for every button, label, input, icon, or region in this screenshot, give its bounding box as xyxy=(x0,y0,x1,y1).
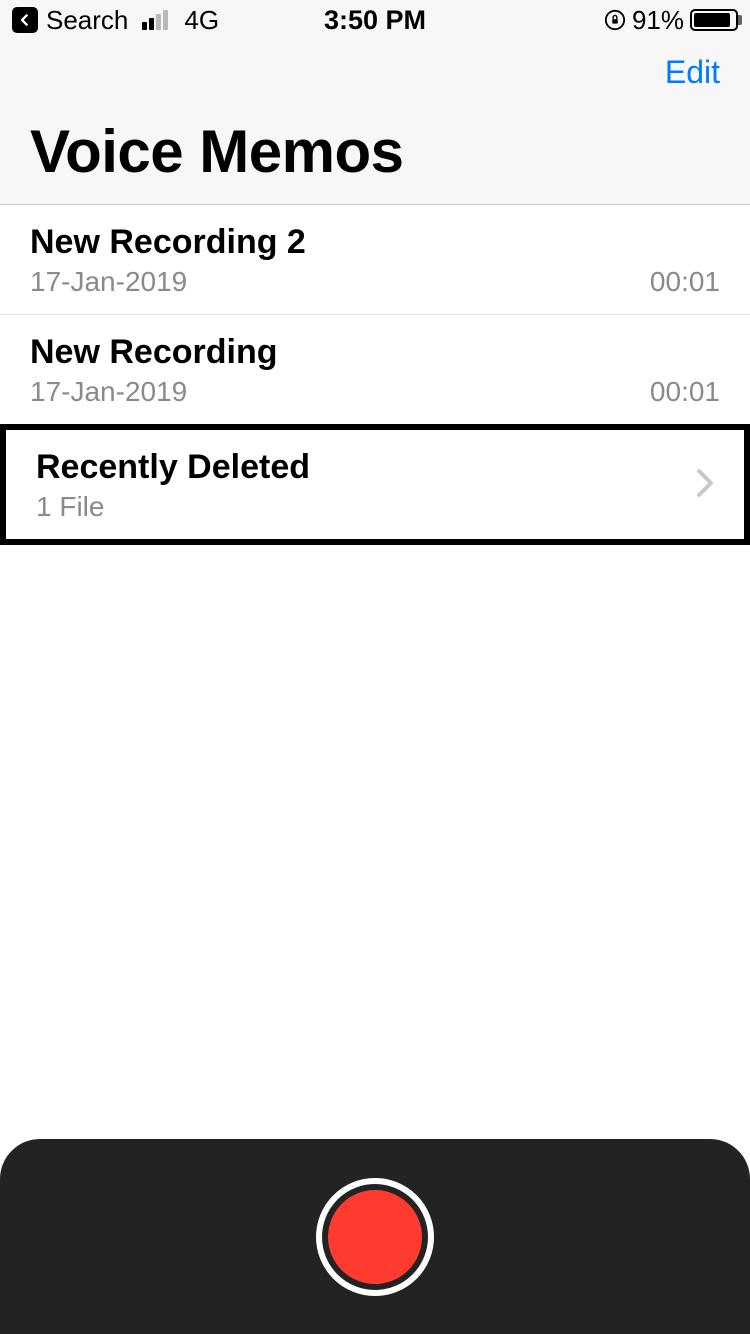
battery-icon xyxy=(690,9,738,31)
recording-row[interactable]: New Recording 2 17-Jan-2019 00:01 xyxy=(0,205,750,315)
nav-bar: Edit xyxy=(0,40,750,97)
record-bar xyxy=(0,1139,750,1334)
recording-date: 17-Jan-2019 xyxy=(30,376,187,408)
network-label: 4G xyxy=(184,5,219,36)
status-bar: Search 4G 3:50 PM 91% xyxy=(0,0,750,40)
rotation-lock-icon xyxy=(604,9,626,31)
recordings-list: New Recording 2 17-Jan-2019 00:01 New Re… xyxy=(0,205,750,545)
recording-date: 17-Jan-2019 xyxy=(30,266,187,298)
recording-row[interactable]: New Recording 17-Jan-2019 00:01 xyxy=(0,315,750,425)
title-area: Voice Memos xyxy=(0,97,750,205)
page-title: Voice Memos xyxy=(30,117,720,186)
edit-button[interactable]: Edit xyxy=(665,54,720,91)
record-button[interactable] xyxy=(316,1178,434,1296)
recently-deleted-title: Recently Deleted xyxy=(36,448,684,487)
recently-deleted-subtitle: 1 File xyxy=(36,491,104,523)
battery-percent: 91% xyxy=(632,5,684,36)
chevron-right-icon xyxy=(696,468,714,503)
record-icon xyxy=(328,1190,422,1284)
back-to-search-button[interactable] xyxy=(12,7,38,33)
recording-duration: 00:01 xyxy=(650,266,720,298)
chevron-left-icon xyxy=(18,13,32,27)
recording-duration: 00:01 xyxy=(650,376,720,408)
recently-deleted-row[interactable]: Recently Deleted 1 File xyxy=(0,424,750,545)
status-time: 3:50 PM xyxy=(324,5,426,36)
recording-title: New Recording xyxy=(30,333,720,372)
cellular-signal-icon xyxy=(142,10,168,30)
recording-title: New Recording 2 xyxy=(30,223,720,262)
back-label[interactable]: Search xyxy=(46,5,128,36)
